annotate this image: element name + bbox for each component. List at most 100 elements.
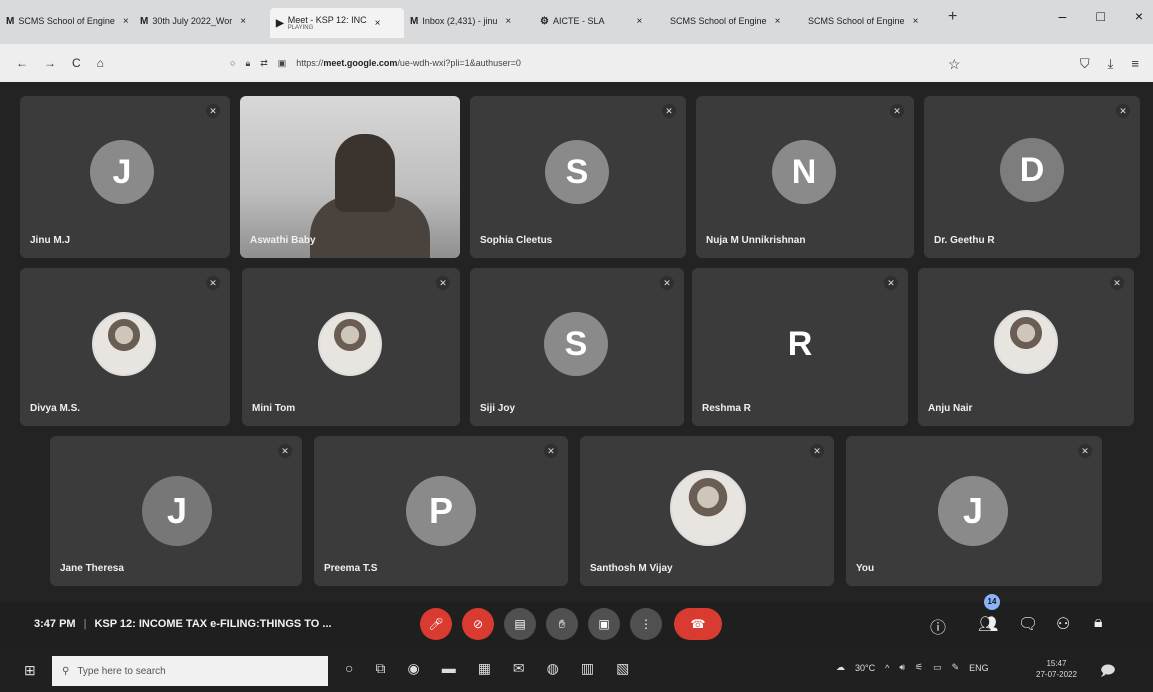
network-icon[interactable]: ⚟ bbox=[915, 662, 923, 673]
avatar-photo bbox=[670, 470, 746, 546]
participant-tile[interactable]: ✕ J You bbox=[846, 436, 1102, 586]
participant-count-badge: 14 bbox=[984, 594, 1000, 610]
avatar: D bbox=[1000, 138, 1064, 202]
tab-inbox[interactable]: M Inbox (2,431) - jinu × bbox=[404, 8, 534, 34]
people-button[interactable]: 👥︎ bbox=[978, 614, 998, 634]
hand-icon: ✋︎ bbox=[558, 616, 566, 631]
edge-icon[interactable]: ◉ bbox=[407, 660, 419, 677]
taskbar-clock[interactable]: 15:47 27-07-2022 bbox=[1036, 658, 1077, 680]
tab-30th-july[interactable]: M 30th July 2022_Wor × bbox=[134, 8, 270, 34]
participant-tile[interactable]: ✕ S Sophia Cleetus bbox=[470, 96, 686, 258]
tab-meet[interactable]: ▶ Meet - KSP 12: INC PLAYING × bbox=[270, 8, 404, 38]
reload-button[interactable]: C bbox=[72, 56, 81, 70]
tab-scms-2[interactable]: SCMS School of Engine × bbox=[664, 8, 802, 34]
new-tab-button[interactable]: + bbox=[938, 8, 967, 26]
participant-tile[interactable]: ✕ Mini Tom bbox=[242, 268, 460, 426]
avatar: J bbox=[90, 140, 154, 204]
system-tray: ☁ 30°C ^ 🔊︎ ⚟ ▭ ✎ ENG bbox=[836, 662, 989, 673]
participant-name: Jane Theresa bbox=[60, 563, 124, 574]
mail-icon[interactable]: ✉ bbox=[513, 660, 525, 677]
mic-toggle-button[interactable]: 🎤︎ bbox=[420, 608, 452, 640]
participant-tile[interactable]: ✕ Santhosh M Vijay bbox=[580, 436, 834, 586]
participant-tile[interactable]: ✕ Anju Nair bbox=[918, 268, 1134, 426]
participant-tile[interactable]: ✕ S Siji Joy bbox=[470, 268, 684, 426]
close-tab-icon[interactable]: × bbox=[123, 16, 129, 27]
url-prefix: https:// bbox=[296, 58, 324, 68]
close-tab-icon[interactable]: × bbox=[775, 16, 781, 27]
store-icon[interactable]: ▦ bbox=[478, 660, 491, 677]
host-controls-button[interactable]: 🔒︎ bbox=[1094, 614, 1103, 632]
participant-tile[interactable]: ✕ Divya M.S. bbox=[20, 268, 230, 426]
leave-call-button[interactable]: ☎︎ bbox=[674, 608, 722, 640]
pen-icon[interactable]: ✎ bbox=[952, 662, 960, 673]
show-hidden-icons[interactable]: ^ bbox=[885, 663, 889, 673]
tab-label-text: Meet - KSP 12: INC bbox=[287, 15, 367, 25]
weather-icon[interactable]: ☁ bbox=[836, 662, 845, 673]
close-tab-icon[interactable]: × bbox=[240, 16, 246, 27]
participant-tile[interactable]: ✕ J Jane Theresa bbox=[50, 436, 302, 586]
window-controls: – □ × bbox=[1059, 8, 1143, 24]
tab-scms-3[interactable]: SCMS School of Engine × bbox=[802, 8, 938, 34]
participant-tile[interactable]: ✕ P Preema T.S bbox=[314, 436, 568, 586]
task-view-icon[interactable]: ⧉ bbox=[375, 660, 385, 677]
participant-tile[interactable]: Aswathi Baby bbox=[240, 96, 460, 258]
windows-start-icon[interactable]: ⊞ bbox=[24, 662, 36, 679]
camera-toggle-button[interactable]: ⊘ bbox=[462, 608, 494, 640]
avatar-photo bbox=[994, 310, 1058, 374]
mic-off-icon: ✕ bbox=[662, 104, 676, 118]
language-indicator[interactable]: ENG bbox=[969, 663, 989, 673]
home-button[interactable]: ⌂ bbox=[97, 56, 104, 70]
participant-name: Aswathi Baby bbox=[250, 235, 316, 246]
taskbar-search-box[interactable]: ⚲ Type here to search bbox=[52, 656, 328, 686]
tab-label: Meet - KSP 12: INC PLAYING bbox=[288, 15, 367, 31]
camera-permission-icon[interactable]: ▣ bbox=[278, 58, 287, 69]
close-window-button[interactable]: × bbox=[1135, 8, 1143, 24]
maximize-button[interactable]: □ bbox=[1096, 8, 1104, 24]
battery-icon[interactable]: ▭ bbox=[933, 662, 942, 673]
more-options-button[interactable]: ⋮ bbox=[630, 608, 662, 640]
address-bar[interactable]: ○ 🔒︎ ⇄ ▣ https://meet.google.com/ue-wdh-… bbox=[230, 52, 950, 74]
bookmark-star-icon[interactable]: ☆ bbox=[948, 56, 961, 73]
captions-button[interactable]: ▤ bbox=[504, 608, 536, 640]
mic-off-icon: ✕ bbox=[206, 276, 220, 290]
back-button[interactable]: ← bbox=[16, 56, 28, 70]
avatar: R bbox=[787, 324, 813, 363]
browser-tab-strip: M SCMS School of Engine × M 30th July 20… bbox=[0, 0, 1153, 44]
meeting-info-button[interactable]: ⓘ bbox=[930, 614, 946, 638]
app-icon[interactable]: ▥ bbox=[581, 660, 594, 677]
avatar: S bbox=[544, 312, 608, 376]
raise-hand-button[interactable]: ✋︎ bbox=[546, 608, 578, 640]
tab-label: SCMS School of Engine bbox=[18, 16, 115, 26]
mic-off-icon: ✕ bbox=[1116, 104, 1130, 118]
permissions-icon[interactable]: ⇄ bbox=[260, 58, 268, 69]
volume-icon[interactable]: 🔊︎ bbox=[899, 662, 905, 673]
file-explorer-icon[interactable]: ▬ bbox=[442, 660, 456, 677]
close-tab-icon[interactable]: × bbox=[913, 16, 919, 27]
participant-name: Mini Tom bbox=[252, 403, 296, 414]
chat-button[interactable]: 🗨︎ bbox=[1018, 614, 1038, 634]
lock-icon[interactable]: 🔒︎ bbox=[245, 58, 250, 69]
participant-tile[interactable]: ✕ N Nuja M Unnikrishnan bbox=[696, 96, 914, 258]
cortana-icon[interactable]: ○ bbox=[345, 660, 353, 677]
download-icon[interactable]: ⤓ bbox=[1108, 56, 1114, 72]
app-icon[interactable]: ▧ bbox=[616, 660, 629, 677]
close-tab-icon[interactable]: × bbox=[375, 18, 381, 29]
tab-scms-1[interactable]: M SCMS School of Engine × bbox=[0, 8, 134, 34]
activities-button[interactable]: ⚇ bbox=[1056, 614, 1070, 634]
minimize-button[interactable]: – bbox=[1059, 8, 1067, 24]
notifications-icon[interactable]: 🗩︎ bbox=[1100, 660, 1116, 684]
close-tab-icon[interactable]: × bbox=[505, 16, 511, 27]
participant-tile[interactable]: ✕ D Dr. Geethu R bbox=[924, 96, 1140, 258]
close-tab-icon[interactable]: × bbox=[636, 16, 642, 27]
participant-tile[interactable]: ✕ R Reshma R bbox=[692, 268, 908, 426]
forward-button[interactable]: → bbox=[44, 56, 56, 70]
present-button[interactable]: ▣ bbox=[588, 608, 620, 640]
tab-aicte[interactable]: ⚙ AICTE - SLA × bbox=[534, 8, 664, 34]
participant-name: Anju Nair bbox=[928, 403, 973, 414]
firefox-icon[interactable]: ◍ bbox=[547, 660, 559, 677]
participant-tile[interactable]: ✕ J Jinu M.J bbox=[20, 96, 230, 258]
participant-name: Sophia Cleetus bbox=[480, 235, 553, 246]
shield-icon[interactable]: ○ bbox=[230, 58, 235, 68]
shield-icon[interactable]: ⛉ bbox=[1080, 56, 1090, 72]
extensions-icon[interactable]: ≡ bbox=[1131, 56, 1139, 72]
